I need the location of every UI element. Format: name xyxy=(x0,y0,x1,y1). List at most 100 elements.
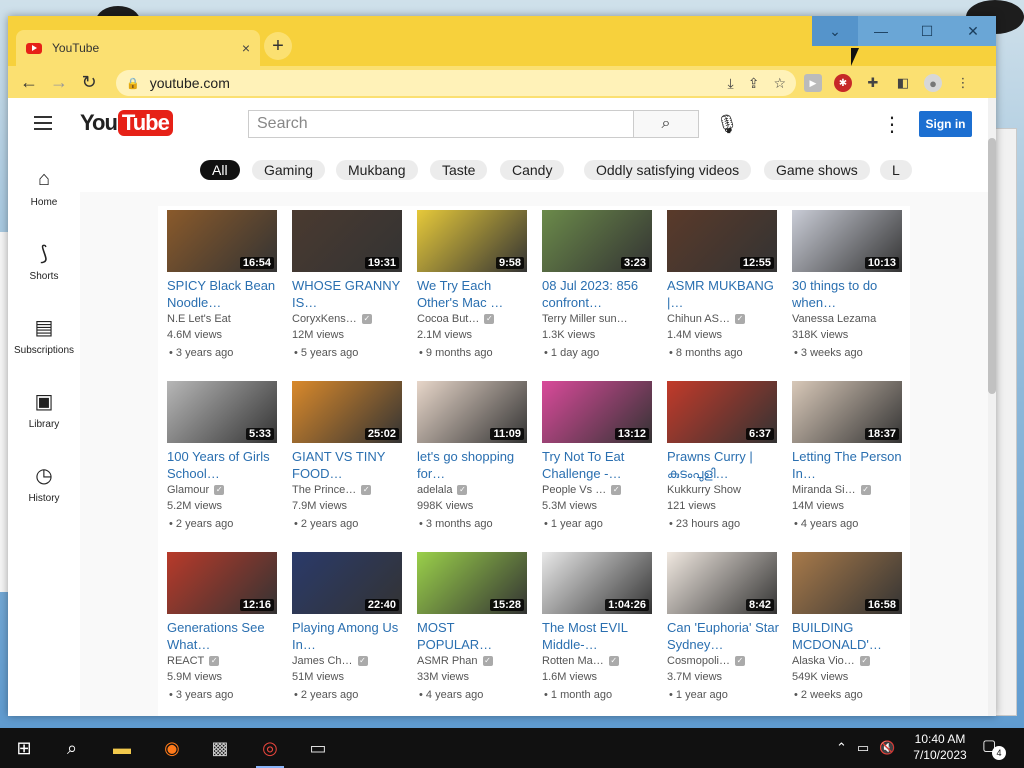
channel-name[interactable]: Alaska Vio… ✓ xyxy=(792,655,904,667)
video-thumbnail[interactable]: 3:23 xyxy=(542,210,652,272)
volume-muted-icon[interactable]: 🔇 xyxy=(879,740,895,756)
voice-search-mic-icon[interactable]: 🎙 xyxy=(716,112,739,136)
video-title[interactable]: MOST POPULAR… xyxy=(417,619,529,653)
channel-name[interactable]: ASMR Phan ✓ xyxy=(417,655,529,667)
channel-name[interactable]: Rotten Ma… ✓ xyxy=(542,655,654,667)
sidebar-item-home[interactable]: ⌂ Home xyxy=(8,154,80,220)
youtube-logo[interactable]: You Tube xyxy=(80,110,173,136)
app-icon[interactable]: ▩ xyxy=(206,734,234,762)
notifications-icon[interactable]: ▢ 4 xyxy=(982,736,1006,760)
close-window-button[interactable]: ✕ xyxy=(950,16,996,46)
channel-name[interactable]: James Ch… ✓ xyxy=(292,655,404,667)
page-scrollbar-thumb[interactable] xyxy=(988,138,996,394)
video-card[interactable]: 22:40 Playing Among Us In… James Ch… ✓ 51M v… xyxy=(292,552,404,701)
channel-name[interactable]: Miranda Si… ✓ xyxy=(792,484,904,496)
video-title[interactable]: We Try Each Other's Mac … xyxy=(417,277,529,311)
video-card[interactable]: 15:28 MOST POPULAR… ASMR Phan ✓ 33M views • 4… xyxy=(417,552,529,701)
video-card[interactable]: 16:54 SPICY Black Bean Noodle… N.E Let's E… xyxy=(167,210,279,359)
chip-candy[interactable]: Candy xyxy=(500,160,565,180)
video-card[interactable]: 8:42 Can 'Euphoria' Star Sydney… Cosmopoli… xyxy=(667,552,779,701)
search-input[interactable]: Search xyxy=(248,110,634,138)
video-card[interactable]: 19:31 WHOSE GRANNY IS… CoryxKens… ✓ 12M view… xyxy=(292,210,404,359)
channel-name[interactable]: Vanessa Lezama xyxy=(792,313,904,325)
channel-name[interactable]: Chihun AS… ✓ xyxy=(667,313,779,325)
video-title[interactable]: Try Not To Eat Challenge -… xyxy=(542,448,654,482)
video-thumbnail[interactable]: 16:54 xyxy=(167,210,277,272)
settings-kebab-icon[interactable]: ⋮ xyxy=(882,112,902,137)
video-thumbnail[interactable]: 5:33 xyxy=(167,381,277,443)
video-title[interactable]: Playing Among Us In… xyxy=(292,619,404,653)
sidebar-item-shorts[interactable]: ⟆ Shorts xyxy=(8,228,80,294)
video-thumbnail[interactable]: 19:31 xyxy=(292,210,402,272)
extension-red-icon[interactable]: ✱ xyxy=(834,74,852,92)
extension-play-icon[interactable]: ▶ xyxy=(804,74,822,92)
video-card[interactable]: 12:16 Generations See What… REACT ✓ 5.9M vie… xyxy=(167,552,279,701)
video-thumbnail[interactable]: 1:04:26 xyxy=(542,552,652,614)
new-tab-button[interactable]: + xyxy=(264,32,292,60)
video-title[interactable]: Letting The Person In… xyxy=(792,448,904,482)
profile-avatar-icon[interactable]: ● xyxy=(924,74,942,92)
video-card[interactable]: 16:58 BUILDING MCDONALD'… Alaska Vio… ✓ 549K… xyxy=(792,552,904,701)
video-card[interactable]: 12:55 ASMR MUKBANG |… Chihun AS… ✓ 1.4M view… xyxy=(667,210,779,359)
video-thumbnail[interactable]: 6:37 xyxy=(667,381,777,443)
video-card[interactable]: 6:37 Prawns Curry | കുടംപുളി… Kukkurry Sho… xyxy=(667,381,779,530)
chevron-up-icon[interactable]: ⌃ xyxy=(836,740,847,756)
channel-name[interactable]: Kukkurry Show xyxy=(667,484,779,496)
video-title[interactable]: GIANT VS TINY FOOD… xyxy=(292,448,404,482)
video-card[interactable]: 13:12 Try Not To Eat Challenge -… People V… xyxy=(542,381,654,530)
chip-game-shows[interactable]: Game shows xyxy=(764,160,870,180)
chrome-icon[interactable]: ◎ xyxy=(256,734,284,768)
video-thumbnail[interactable]: 22:40 xyxy=(292,552,402,614)
sidebar-item-library[interactable]: ▣ Library xyxy=(8,376,80,442)
video-title[interactable]: Prawns Curry | കുടംപുളി… xyxy=(667,448,779,482)
video-title[interactable]: ASMR MUKBANG |… xyxy=(667,277,779,311)
video-thumbnail[interactable]: 16:58 xyxy=(792,552,902,614)
extensions-puzzle-icon[interactable]: ✚ xyxy=(864,74,882,92)
video-title[interactable]: WHOSE GRANNY IS… xyxy=(292,277,404,311)
back-button[interactable]: ← xyxy=(14,67,44,97)
share-icon[interactable]: ⇪ xyxy=(748,75,760,92)
video-card[interactable]: 3:23 08 Jul 2023: 856 confront… Terry Mill… xyxy=(542,210,654,359)
video-thumbnail[interactable]: 25:02 xyxy=(292,381,402,443)
minimize-button[interactable]: — xyxy=(858,16,904,46)
chip-mukbang[interactable]: Mukbang xyxy=(336,160,418,180)
chip-all[interactable]: All xyxy=(200,160,240,180)
video-thumbnail[interactable]: 9:58 xyxy=(417,210,527,272)
video-title[interactable]: 08 Jul 2023: 856 confront… xyxy=(542,277,654,311)
video-title[interactable]: Generations See What… xyxy=(167,619,279,653)
video-thumbnail[interactable]: 10:13 xyxy=(792,210,902,272)
terminal-icon[interactable]: ▭ xyxy=(304,734,332,762)
video-thumbnail[interactable]: 12:55 xyxy=(667,210,777,272)
video-thumbnail[interactable]: 18:37 xyxy=(792,381,902,443)
channel-name[interactable]: REACT ✓ xyxy=(167,655,279,667)
channel-name[interactable]: Glamour ✓ xyxy=(167,484,279,496)
chip-oddly-satisfying[interactable]: Oddly satisfying videos xyxy=(584,160,752,180)
video-thumbnail[interactable]: 11:09 xyxy=(417,381,527,443)
video-title[interactable]: 30 things to do when… xyxy=(792,277,904,311)
video-card[interactable]: 5:33 100 Years of Girls School… Glamour ✓ 5.… xyxy=(167,381,279,530)
video-card[interactable]: 18:37 Letting The Person In… Miranda Si… ✓ 1… xyxy=(792,381,904,530)
channel-name[interactable]: Cocoa But… ✓ xyxy=(417,313,529,325)
video-title[interactable]: SPICY Black Bean Noodle… xyxy=(167,277,279,311)
tab-youtube[interactable]: YouTube × xyxy=(16,30,260,66)
reload-button[interactable]: ↻ xyxy=(74,67,104,97)
video-title[interactable]: 100 Years of Girls School… xyxy=(167,448,279,482)
url-text[interactable]: youtube.com xyxy=(150,75,714,91)
chip-gaming[interactable]: Gaming xyxy=(252,160,326,180)
video-card[interactable]: 1:04:26 The Most EVIL Middle-… Rotten Ma… ✓… xyxy=(542,552,654,701)
video-thumbnail[interactable]: 12:16 xyxy=(167,552,277,614)
video-title[interactable]: BUILDING MCDONALD'… xyxy=(792,619,904,653)
video-title[interactable]: let's go shopping for… xyxy=(417,448,529,482)
video-thumbnail[interactable]: 15:28 xyxy=(417,552,527,614)
tab-close-icon[interactable]: × xyxy=(242,40,250,56)
video-title[interactable]: The Most EVIL Middle-… xyxy=(542,619,654,653)
video-thumbnail[interactable]: 8:42 xyxy=(667,552,777,614)
install-app-icon[interactable]: ⤓ xyxy=(728,75,734,92)
channel-name[interactable]: Terry Miller sun… xyxy=(542,313,654,325)
tab-search-dropdown-button[interactable]: ⌄ xyxy=(812,16,858,46)
channel-name[interactable]: Cosmopoli… ✓ xyxy=(667,655,779,667)
browser-titlebar[interactable]: YouTube × + ⌄ — ☐ ✕ xyxy=(8,16,996,66)
video-thumbnail[interactable]: 13:12 xyxy=(542,381,652,443)
search-icon[interactable]: ⌕ xyxy=(58,734,86,762)
channel-name[interactable]: The Prince… ✓ xyxy=(292,484,404,496)
